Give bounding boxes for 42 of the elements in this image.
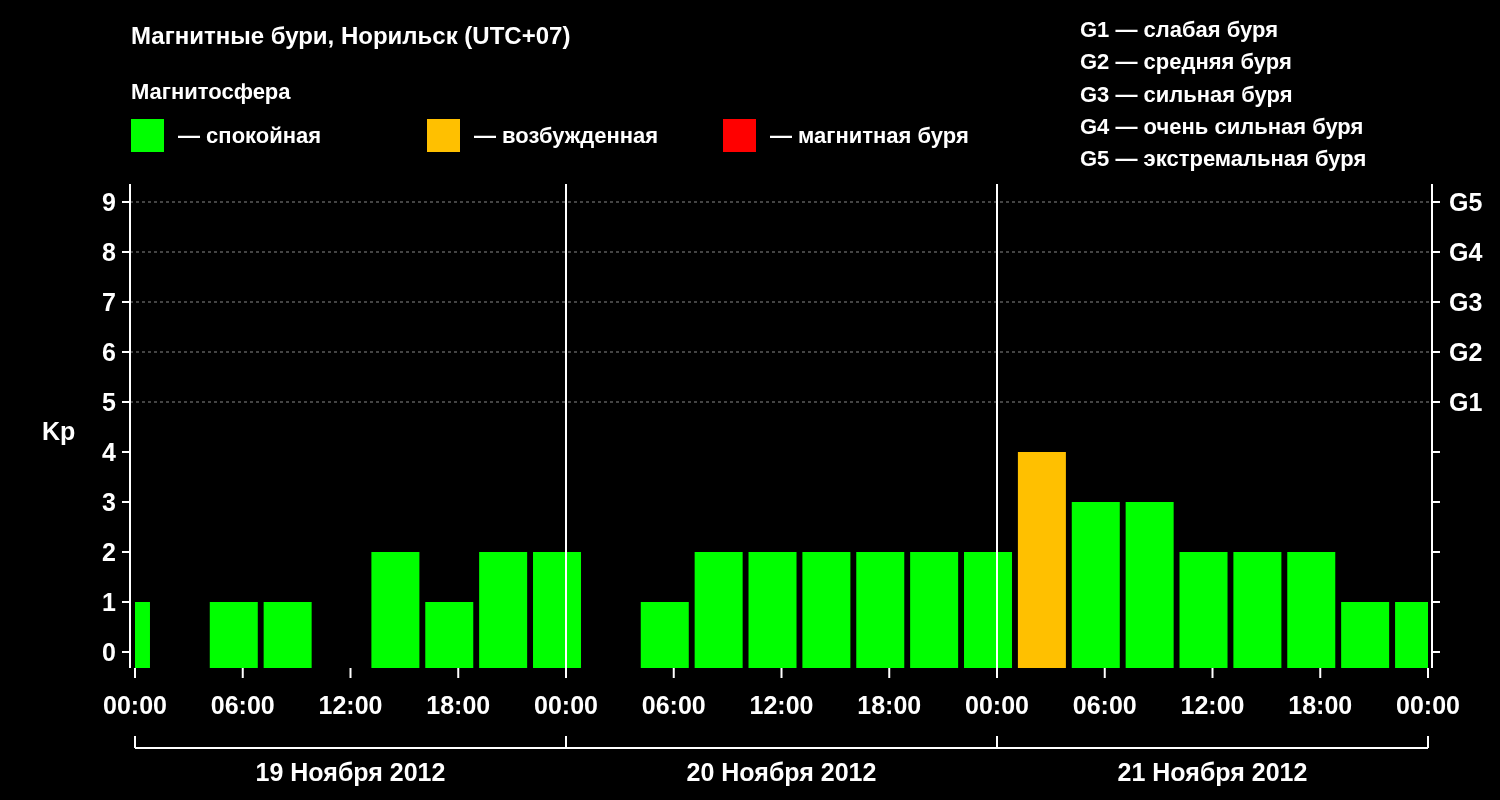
y-tick-label: 8	[102, 238, 116, 266]
storm-level-text: G2 — средняя буря	[1080, 48, 1293, 77]
legend-title: Магнитосфера	[131, 79, 292, 105]
y-tick-label: 6	[102, 338, 116, 366]
storm-level-text: G4 — очень сильная буря	[1080, 112, 1365, 141]
storm-level-text: G1 — слабая буря	[1080, 16, 1280, 44]
x-tick-label: 18:00	[857, 691, 922, 719]
y-tick-label: 1	[102, 588, 116, 616]
y-tick-label: 4	[102, 438, 116, 466]
x-tick-label: 00:00	[965, 691, 1029, 719]
x-tick-label: 00:00	[1396, 691, 1460, 719]
x-tick-label: 00:00	[534, 691, 598, 719]
y-tick-label: 0	[102, 638, 116, 666]
legend-label: — магнитная буря	[770, 122, 969, 149]
date-label: 19 Ноября 2012	[255, 758, 446, 786]
x-tick-label: 18:00	[1288, 691, 1353, 719]
storm-level-text: G3 — сильная буря	[1080, 80, 1294, 109]
storm-tick-label: G3	[1449, 288, 1483, 316]
y-tick-label: 3	[102, 488, 116, 516]
storm-tick-label: G2	[1449, 338, 1483, 366]
legend-label: — возбужденная	[474, 122, 659, 149]
storm-tick-label: G1	[1449, 388, 1483, 416]
y-tick-label: 2	[102, 538, 116, 566]
chart-title: Магнитные бури, Норильск (UTC+07)	[131, 22, 572, 50]
storm-tick-label: G5	[1449, 188, 1483, 216]
y-tick-label: 9	[102, 188, 116, 216]
x-tick-label: 06:00	[210, 691, 275, 719]
date-label: 21 Ноября 2012	[1117, 758, 1308, 786]
y-tick-label: 7	[102, 288, 116, 316]
x-tick-label: 12:00	[749, 691, 814, 719]
date-label: 20 Ноября 2012	[686, 758, 877, 786]
x-tick-label: 12:00	[318, 691, 383, 719]
x-tick-label: 06:00	[641, 691, 706, 719]
x-tick-label: 18:00	[426, 691, 491, 719]
y-tick-label: 5	[102, 388, 116, 416]
storm-tick-label: G4	[1449, 238, 1483, 266]
legend-label: — спокойная	[178, 122, 322, 149]
x-tick-label: 06:00	[1072, 691, 1137, 719]
storm-level-text: G5 — экстремальная буря	[1080, 145, 1368, 174]
y-axis-label: Kp	[42, 417, 76, 445]
x-tick-label: 00:00	[103, 691, 167, 719]
x-tick-label: 12:00	[1180, 691, 1245, 719]
